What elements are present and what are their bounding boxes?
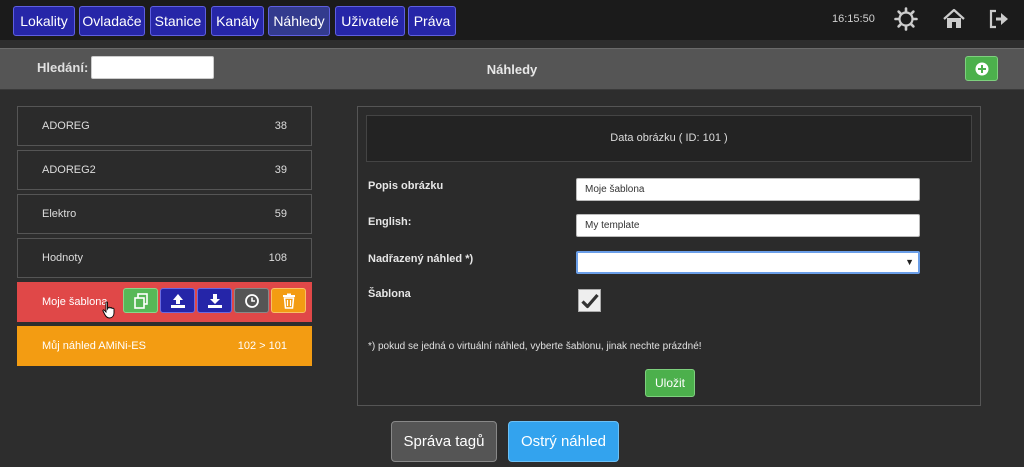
list-item-count: 39 (274, 164, 287, 176)
list-item[interactable]: ADOREG2 39 (17, 150, 312, 190)
checkmark-icon (580, 293, 599, 308)
search-label: Hledání: (37, 60, 89, 75)
live-preview-button[interactable]: Ostrý náhled (508, 421, 619, 462)
upload-button[interactable] (160, 288, 195, 313)
history-icon (244, 293, 259, 308)
list-item[interactable]: ADOREG 38 (17, 106, 312, 146)
dropdown-arrow-icon: ▼ (905, 257, 914, 267)
download-button[interactable] (197, 288, 232, 313)
description-input[interactable] (576, 178, 920, 201)
list-item-label: Elektro (42, 208, 77, 220)
copy-icon (133, 292, 148, 309)
list-item-label: ADOREG2 (42, 164, 96, 176)
note-text: *) pokud se jedná o virtuální náhled, vy… (368, 341, 702, 352)
list-item-label: ADOREG (42, 120, 90, 132)
nav-prava[interactable]: Práva (408, 6, 456, 36)
home-icon[interactable] (940, 6, 968, 32)
save-button[interactable]: Uložit (645, 369, 695, 397)
nav-nahledy[interactable]: Náhledy (268, 6, 330, 36)
nav-uzivatele[interactable]: Uživatelé (335, 6, 405, 36)
description-label: Popis obrázku (368, 180, 444, 192)
parent-preview-select[interactable]: ▼ (576, 251, 920, 274)
list-item-count: 38 (274, 120, 287, 132)
logout-icon[interactable] (985, 6, 1013, 32)
list-item-highlighted[interactable]: Můj náhled AMiNi-ES 102 > 101 (17, 326, 312, 366)
template-label: Šablona (368, 288, 411, 300)
list-item-count: 59 (274, 208, 287, 220)
list-item-label: Hodnoty (42, 252, 83, 264)
top-navigation-bar: Lokality Ovladače Stanice Kanály Náhledy… (0, 0, 1024, 40)
page-title: Náhledy (486, 62, 538, 77)
nav-kanaly[interactable]: Kanály (211, 6, 264, 36)
english-label: English: (368, 216, 412, 228)
nav-lokality[interactable]: Lokality (13, 6, 75, 36)
nav-stanice[interactable]: Stanice (150, 6, 206, 36)
plus-circle-icon (975, 62, 988, 75)
list-item-count: 108 (268, 252, 287, 264)
list-item-count: 102 > 101 (237, 340, 287, 352)
manage-tags-button[interactable]: Správa tagů (391, 421, 497, 462)
english-input[interactable] (576, 214, 920, 237)
hand-cursor-icon (102, 301, 115, 319)
nav-ovladace[interactable]: Ovladače (79, 6, 145, 36)
download-icon (207, 293, 222, 308)
upload-icon (170, 293, 185, 308)
clock: 16:15:50 (832, 13, 875, 25)
history-button[interactable] (234, 288, 269, 313)
list-item-label: Moje šablona (42, 296, 108, 308)
add-preview-button[interactable] (965, 56, 998, 81)
delete-button[interactable] (271, 288, 306, 313)
image-detail-panel: Data obrázku ( ID: 101 ) Popis obrázku E… (357, 106, 981, 406)
template-checkbox[interactable] (578, 289, 601, 312)
gear-icon[interactable] (892, 6, 920, 32)
search-input[interactable] (91, 56, 214, 79)
list-item[interactable]: Hodnoty 108 (17, 238, 312, 278)
list-item[interactable]: Elektro 59 (17, 194, 312, 234)
list-item-selected[interactable]: Moje šablona (17, 282, 312, 322)
trash-icon (282, 293, 295, 309)
list-item-label: Můj náhled AMiNi-ES (42, 340, 146, 352)
copy-button[interactable] (123, 288, 158, 313)
search-bar: Hledání: Náhledy (0, 48, 1024, 90)
parent-preview-label: Nadřazený náhled *) (368, 253, 474, 265)
panel-header: Data obrázku ( ID: 101 ) (366, 115, 972, 162)
